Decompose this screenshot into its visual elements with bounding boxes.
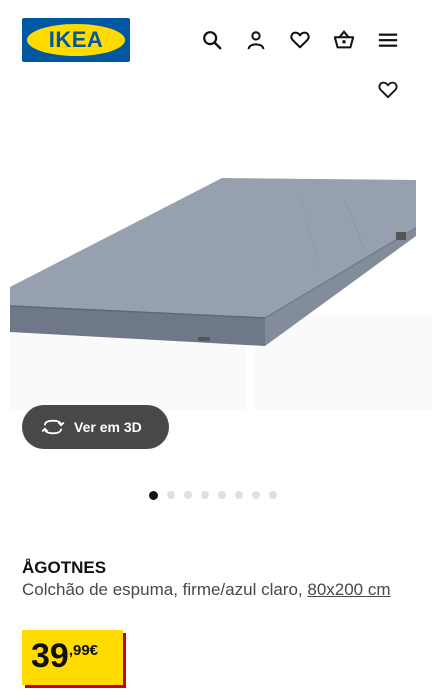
save-to-wishlist-heart-icon[interactable]	[375, 76, 401, 102]
gallery-dot-6[interactable]	[235, 491, 243, 499]
gallery-pagination	[149, 489, 277, 501]
site-header: IKEA	[0, 0, 432, 80]
rotate-3d-icon	[40, 414, 66, 440]
menu-icon[interactable]	[375, 27, 401, 53]
gallery-dot-3[interactable]	[184, 491, 192, 499]
logo-text: IKEA	[48, 27, 104, 52]
view-in-3d-button[interactable]: Ver em 3D	[22, 405, 169, 449]
product-name: ÅGOTNES	[22, 558, 107, 577]
product-description-text: Colchão de espuma, firme/azul claro,	[22, 580, 308, 599]
price-tag: 39 ,99€	[22, 630, 123, 685]
product-size-link[interactable]: 80x200 cm	[307, 580, 390, 599]
gallery-dot-2[interactable]	[167, 491, 175, 499]
price-decimal: ,99€	[68, 642, 99, 659]
ikea-logo[interactable]: IKEA	[22, 18, 130, 62]
gallery-dot-1[interactable]	[149, 490, 158, 500]
user-icon[interactable]	[243, 27, 269, 53]
price-integer: 39	[31, 637, 69, 675]
gallery-dot-8[interactable]	[269, 491, 277, 499]
gallery-dot-7[interactable]	[252, 491, 260, 499]
product-description: Colchão de espuma, firme/azul claro, 80x…	[22, 579, 412, 601]
basket-icon[interactable]	[331, 27, 357, 53]
view-in-3d-label: Ver em 3D	[74, 419, 142, 435]
gallery-dot-5[interactable]	[218, 491, 226, 499]
search-icon[interactable]	[199, 27, 225, 53]
heart-icon[interactable]	[287, 27, 313, 53]
logo-oval: IKEA	[27, 24, 125, 56]
gallery-dot-4[interactable]	[201, 491, 209, 499]
